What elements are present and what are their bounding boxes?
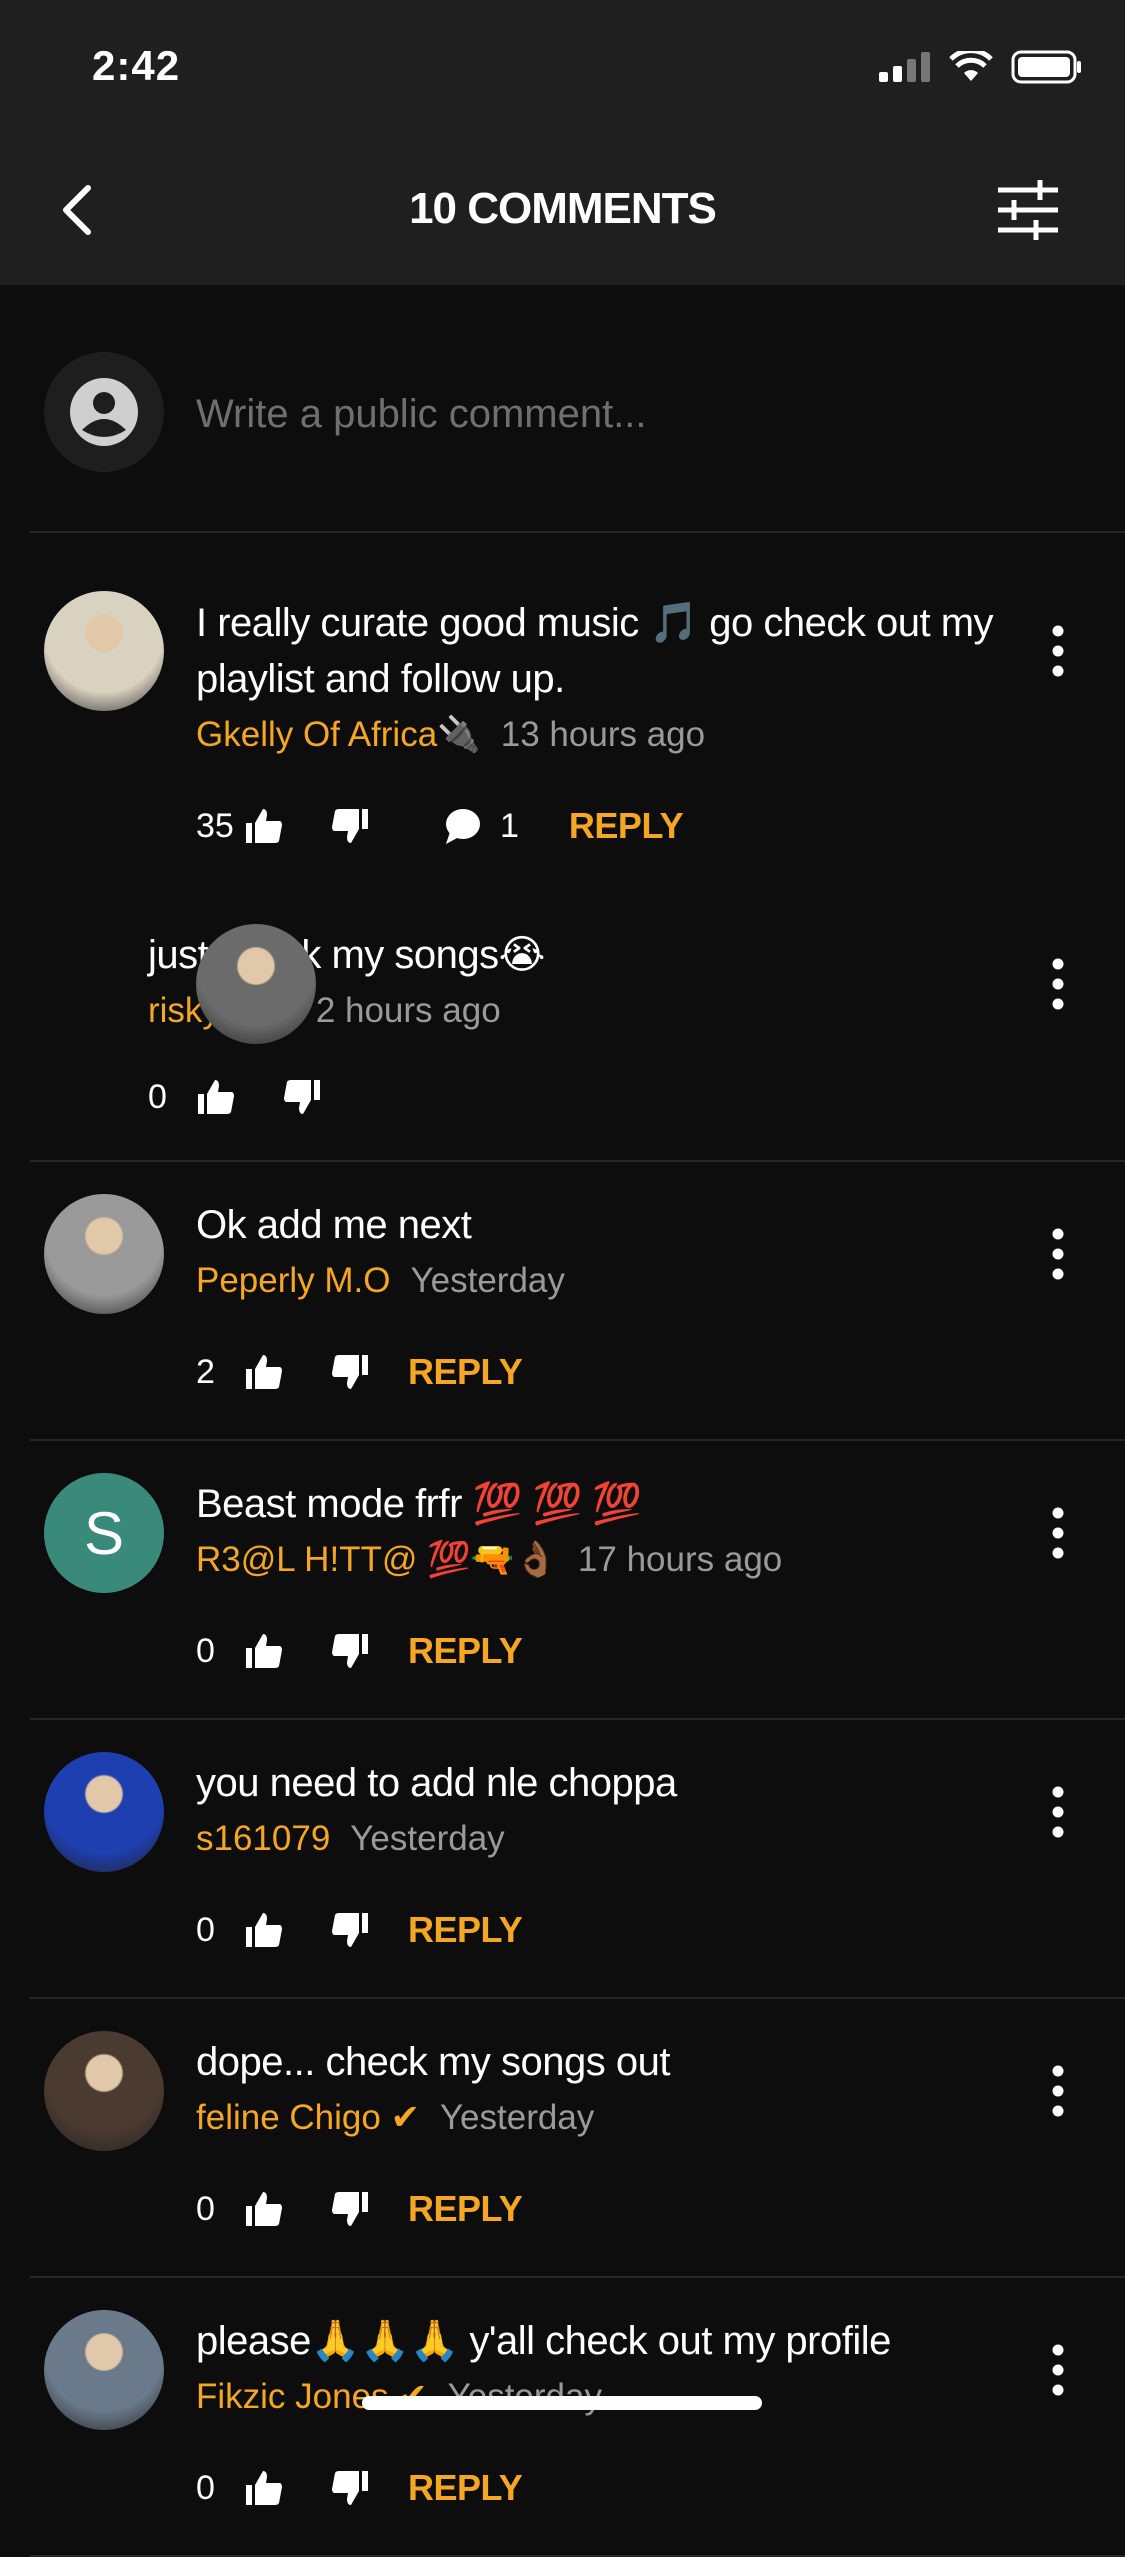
sliders-icon[interactable] (996, 180, 1060, 240)
thumbs-down-icon[interactable] (326, 1906, 374, 1954)
reply-button[interactable]: REPLY (408, 2467, 523, 2509)
comment-text: Ok add me next (196, 1203, 472, 1247)
like-count: 0 (148, 1077, 167, 1116)
comment-list: I really curate good music 🎵 go check ou… (0, 531, 1125, 2557)
thumbs-down-icon[interactable] (326, 2464, 374, 2512)
more-options-icon[interactable] (1040, 2340, 1076, 2400)
reply-button[interactable]: REPLY (569, 805, 684, 847)
reply-button[interactable]: REPLY (408, 2188, 523, 2230)
home-indicator[interactable] (362, 2396, 762, 2410)
more-options-icon[interactable] (1040, 1503, 1076, 1563)
thumbs-up-icon[interactable] (240, 2464, 288, 2512)
more-options-icon[interactable] (1040, 2061, 1076, 2121)
like-count: 35 (196, 806, 234, 845)
battery-icon (1011, 50, 1081, 84)
thumbs-down-icon[interactable] (326, 1627, 374, 1675)
comment-item: I really curate good music 🎵 go check ou… (0, 531, 1125, 1160)
comment-text: I really curate good music 🎵 go check ou… (196, 601, 994, 701)
thumbs-up-icon[interactable] (240, 2185, 288, 2233)
author-name[interactable]: R3@L H!TT@ 💯🔫👌🏾 (196, 1540, 558, 1579)
reply-count: 1 (500, 806, 519, 845)
comment-item: you need to add nle choppa s161079 Yesterd… (0, 1720, 1125, 1997)
more-options-icon[interactable] (1040, 621, 1076, 681)
reply-button[interactable]: REPLY (408, 1351, 523, 1393)
user-circle-icon (70, 378, 138, 446)
user-avatar (44, 352, 164, 472)
like-count: 0 (196, 1631, 215, 1670)
comment-bubble-icon[interactable] (438, 802, 486, 850)
timestamp: 17 hours ago (577, 1540, 783, 1579)
reply-button[interactable]: REPLY (408, 1630, 523, 1672)
status-icons (879, 50, 1083, 84)
thumbs-up-icon[interactable] (240, 1348, 288, 1396)
reply-item: just check my songs😭risky tuch2 hours ag… (0, 854, 1125, 1125)
comment-item: dope... check my songs out feline Chigo ✔… (0, 1999, 1125, 2276)
thumbs-up-icon[interactable] (240, 802, 288, 850)
avatar[interactable] (196, 924, 316, 1044)
like-count: 0 (196, 2189, 215, 2228)
timestamp: Yesterday (439, 2098, 595, 2137)
thumbs-up-icon[interactable] (240, 1906, 288, 1954)
comment-text: Beast mode frfr 💯 💯 💯 (196, 1482, 642, 1526)
author-name[interactable]: s161079 (196, 1819, 330, 1858)
thumbs-down-icon[interactable] (326, 802, 374, 850)
avatar[interactable] (44, 2031, 164, 2151)
avatar[interactable] (44, 1752, 164, 1872)
avatar[interactable] (44, 2310, 164, 2430)
author-name[interactable]: Gkelly Of Africa🔌 (196, 715, 481, 754)
cellular-signal-icon (879, 52, 930, 82)
like-count: 0 (196, 1910, 215, 1949)
comment-composer[interactable]: Write a public comment... (0, 285, 1125, 533)
avatar[interactable] (44, 591, 164, 711)
author-name[interactable]: feline Chigo ✔ (196, 2098, 420, 2137)
header-bar: 2:42 10 COMMENTS (0, 0, 1125, 285)
thumbs-down-icon[interactable] (278, 1073, 326, 1121)
like-count: 2 (196, 1352, 215, 1391)
reply-button[interactable]: REPLY (408, 1909, 523, 1951)
timestamp: Yesterday (410, 1261, 565, 1300)
timestamp: Yesterday (350, 1819, 505, 1858)
comment-input[interactable]: Write a public comment... (196, 389, 647, 439)
wifi-icon (949, 51, 993, 81)
avatar[interactable]: S (44, 1473, 164, 1593)
comment-item: S Beast mode frfr 💯 💯 💯 R3@L H!TT@ 💯🔫👌🏾 17 … (0, 1441, 1125, 1718)
comment-text: please🙏🙏🙏 y'all check out my profile (196, 2319, 891, 2363)
more-options-icon[interactable] (1040, 1224, 1076, 1284)
author-name[interactable]: Peperly M.O (196, 1261, 391, 1300)
more-options-icon[interactable] (1040, 1782, 1076, 1842)
comment-item: Ok add me next Peperly M.O Yesterday 2 REPLY (0, 1162, 1125, 1439)
thumbs-down-icon[interactable] (326, 2185, 374, 2233)
avatar-letter: S (83, 1499, 125, 1567)
like-count: 0 (196, 2468, 215, 2507)
avatar[interactable] (44, 1194, 164, 1314)
comment-text: you need to add nle choppa (196, 1761, 677, 1805)
timestamp: 2 hours ago (315, 991, 501, 1030)
thumbs-up-icon[interactable] (192, 1073, 240, 1121)
thumbs-up-icon[interactable] (240, 1627, 288, 1675)
comment-item: please🙏🙏🙏 y'all check out my profile Fikz… (0, 2278, 1125, 2555)
timestamp: 13 hours ago (500, 715, 706, 754)
more-options-icon[interactable] (1040, 954, 1076, 1014)
status-time: 2:42 (92, 42, 181, 89)
comment-text: dope... check my songs out (196, 2040, 670, 2084)
page-title: 10 COMMENTS (409, 184, 717, 233)
thumbs-down-icon[interactable] (326, 1348, 374, 1396)
